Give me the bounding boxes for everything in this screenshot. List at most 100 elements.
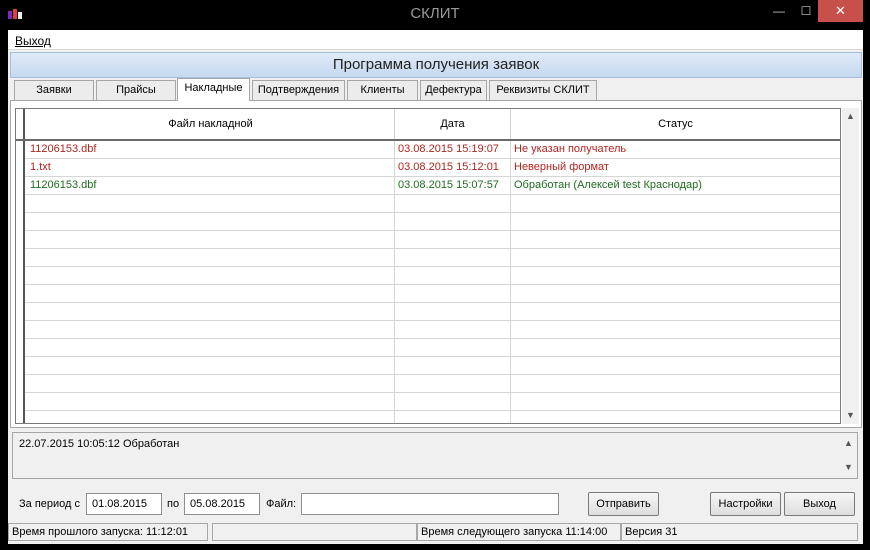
to-label: по [167,498,180,510]
invoices-panel: Файл накладной Дата Статус 11206153.dbf 0… [10,100,862,428]
row-indicator [16,411,25,423]
empty-table-row[interactable] [16,321,840,339]
close-button[interactable]: ✕ [818,0,863,22]
row-indicator [16,249,25,267]
cell-status [511,375,840,393]
empty-table-row[interactable] [16,195,840,213]
cell-date [395,303,511,321]
row-indicator [16,267,25,285]
cell-status [511,393,840,411]
cell-status: Обработан (Алексей test Краснодар) [514,179,702,191]
row-indicator [16,303,25,321]
row-indicator [16,357,25,375]
log-scroll-up-icon[interactable]: ▲ [840,435,857,452]
log-box[interactable]: 22.07.2015 10:05:12 Обработан ▲ ▼ [12,432,858,479]
cell-date [395,339,511,357]
empty-table-row[interactable] [16,411,840,423]
cell-file [27,267,395,285]
log-scrollbar[interactable]: ▲ ▼ [840,433,857,478]
minimize-button[interactable]: — [766,0,792,22]
empty-table-row[interactable] [16,357,840,375]
cell-file [27,285,395,303]
table-row[interactable]: 11206153.dbf 03.08.2015 15:19:07 Не указан… [16,141,840,159]
cell-status [511,213,840,231]
invoices-grid[interactable]: Файл накладной Дата Статус 11206153.dbf 0… [15,108,841,424]
row-indicator [16,177,25,195]
empty-table-row[interactable] [16,249,840,267]
file-field[interactable] [301,493,559,515]
empty-table-row[interactable] [16,339,840,357]
tab-strip: Заявки Прайсы Накладные Подтверждения Кл… [12,78,862,101]
header-indicator [16,109,25,139]
exit-button[interactable]: Выход [784,492,855,516]
cell-status [511,249,840,267]
row-indicator [16,159,25,177]
grid-scrollbar[interactable]: ▲ ▼ [842,108,859,424]
column-header-date[interactable]: Дата [395,109,511,139]
column-header-file[interactable]: Файл накладной [27,109,395,139]
settings-button[interactable]: Настройки [710,492,781,516]
cell-status [511,303,840,321]
menu-exit[interactable]: Выход [15,34,51,48]
row-indicator [16,195,25,213]
tab-prices[interactable]: Прайсы [96,80,176,100]
row-indicator [16,375,25,393]
row-indicator [16,339,25,357]
empty-table-row[interactable] [16,285,840,303]
tab-defects[interactable]: Дефектура [420,80,487,100]
empty-table-row[interactable] [16,375,840,393]
next-run-status: Время следующего запуска 11:14:00 [417,523,621,541]
cell-date: 03.08.2015 15:19:07 [395,141,511,159]
cell-file [27,339,395,357]
log-text: 22.07.2015 10:05:12 Обработан [19,438,180,450]
file-label: Файл: [266,498,297,510]
empty-table-row[interactable] [16,267,840,285]
tab-orders[interactable]: Заявки [14,80,94,100]
cell-status: Неверный формат [514,161,609,173]
cell-status [511,357,840,375]
status-bar: Время прошлого запуска: 11:12:01 Время с… [8,523,863,542]
tab-requisites[interactable]: Реквизиты СКЛИТ [489,80,597,100]
log-scroll-down-icon[interactable]: ▼ [840,459,857,476]
cell-file [27,321,395,339]
cell-date [395,285,511,303]
scroll-down-icon[interactable]: ▼ [842,407,859,424]
cell-file: 11206153.dbf [27,141,395,159]
cell-status [511,321,840,339]
menu-bar: Выход [8,30,863,50]
cell-status [511,411,840,423]
cell-status [511,231,840,249]
empty-table-row[interactable] [16,393,840,411]
page-title: Программа получения заявок [10,52,862,78]
cell-date [395,357,511,375]
tab-confirmations[interactable]: Подтверждения [252,80,345,100]
maximize-button[interactable]: ☐ [793,0,819,22]
row-indicator [16,231,25,249]
cell-date [395,321,511,339]
cell-date [395,231,511,249]
empty-table-row[interactable] [16,303,840,321]
cell-file [27,231,395,249]
cell-file [27,303,395,321]
scroll-up-icon[interactable]: ▲ [842,108,859,125]
tab-invoices[interactable]: Накладные [177,78,250,101]
row-indicator [16,285,25,303]
title-bar: СКЛИТ — ☐ ✕ [0,0,870,30]
cell-file [27,249,395,267]
send-button[interactable]: Отправить [588,492,659,516]
cell-file [27,357,395,375]
table-row[interactable]: 11206153.dbf 03.08.2015 15:07:57 Обработан… [16,177,840,195]
table-row[interactable]: 1.txt 03.08.2015 15:12:01 Неверный формат [16,159,840,177]
date-from-field[interactable]: 01.08.2015 [86,493,162,515]
cell-file [27,375,395,393]
last-run-status: Время прошлого запуска: 11:12:01 [8,523,208,541]
column-header-status[interactable]: Статус [511,109,840,139]
cell-date [395,375,511,393]
date-to-field[interactable]: 05.08.2015 [184,493,260,515]
empty-table-row[interactable] [16,213,840,231]
cell-date [395,393,511,411]
cell-date [395,267,511,285]
tab-clients[interactable]: Клиенты [347,80,418,100]
cell-file [27,411,395,423]
empty-table-row[interactable] [16,231,840,249]
